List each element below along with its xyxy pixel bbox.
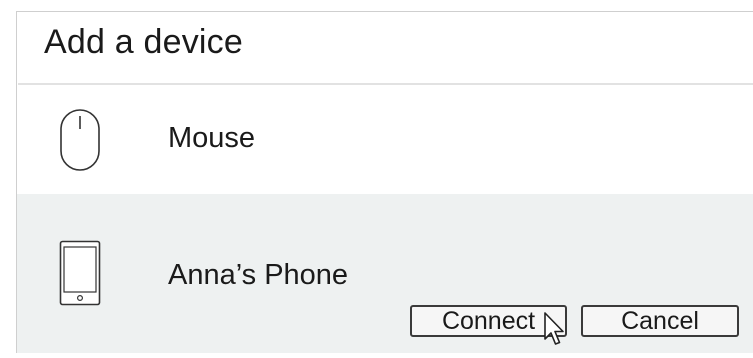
device-label-mouse: Mouse (168, 122, 256, 154)
dialog-title: Add a device (44, 23, 243, 61)
device-label-phone: Anna’s Phone (168, 259, 349, 291)
mouse-icon (59, 108, 101, 177)
phone-icon (59, 240, 101, 311)
device-item-mouse[interactable]: Mouse (17, 86, 753, 194)
arrow-cursor-icon (543, 312, 567, 348)
device-item-phone[interactable]: Anna’s Phone Connect Cancel (17, 194, 753, 353)
add-device-dialog: Add a device Mouse Anna’s Phone Connect … (16, 11, 753, 353)
cancel-button[interactable]: Cancel (581, 305, 739, 337)
title-divider (18, 83, 753, 85)
